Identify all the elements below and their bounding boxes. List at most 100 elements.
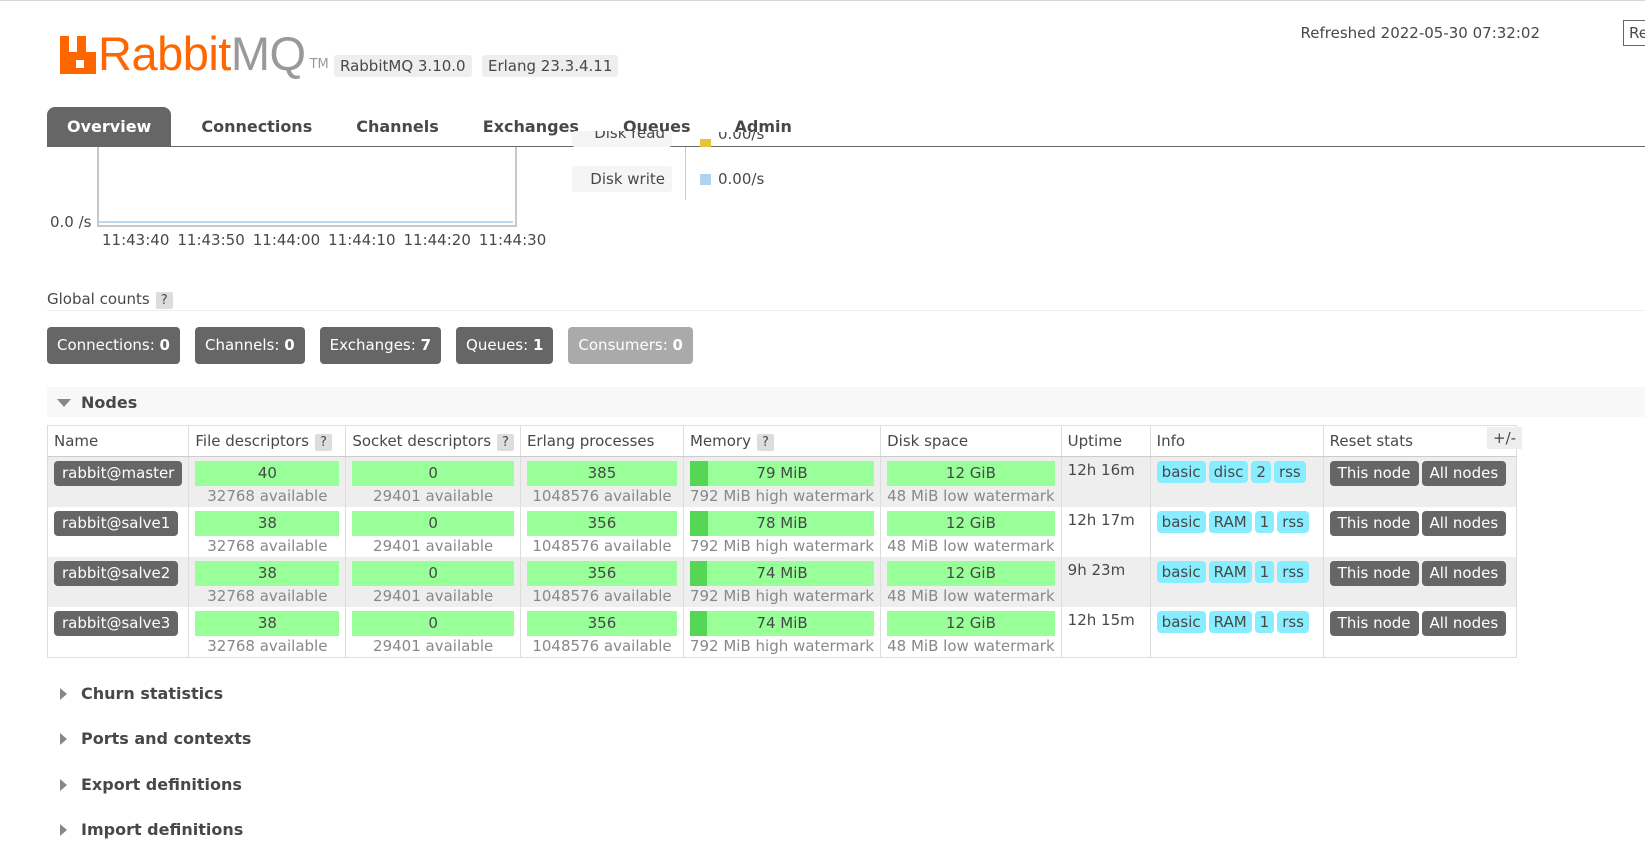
expand-triangle-icon	[60, 823, 67, 836]
tab-channels[interactable]: Channels	[334, 107, 461, 147]
top-border	[0, 0, 1645, 1]
reset-this-node-button[interactable]: This node	[1329, 511, 1419, 536]
erlang-processes-bar: 356	[526, 561, 677, 586]
reset-this-node-button[interactable]: This node	[1329, 561, 1419, 586]
memory-bar: 74 MiB	[689, 561, 875, 586]
ports-and-contexts-toggle[interactable]: Ports and contexts	[57, 729, 251, 748]
disk-space-cell: 12 GiB 48 MiB low watermark	[880, 607, 1062, 658]
exchanges-count-badge[interactable]: Exchanges: 7	[319, 327, 442, 364]
refresh-interval-select[interactable]: Re	[1623, 20, 1645, 46]
col-file-descriptors[interactable]: File descriptors?	[188, 425, 347, 457]
legend-disk-write-label[interactable]: Disk write	[572, 166, 672, 192]
table-row: rabbit@salve1 38 32768 available 0 29401 a…	[46, 507, 1517, 557]
info-badge[interactable]: RAM	[1208, 561, 1252, 583]
column-options-toggle[interactable]: +/-	[1487, 427, 1523, 449]
reset-all-nodes-button[interactable]: All nodes	[1421, 461, 1507, 486]
help-icon[interactable]: ?	[497, 433, 514, 451]
table-row: rabbit@salve3 38 32768 available 0 29401 a…	[46, 607, 1517, 658]
queues-count-badge[interactable]: Queues: 1	[456, 327, 554, 364]
col-memory[interactable]: Memory?	[682, 425, 882, 457]
file-descriptors-cell: 38 32768 available	[188, 607, 347, 658]
nodes-section-toggle[interactable]: Nodes	[57, 393, 137, 412]
refreshed-timestamp: Refreshed 2022-05-30 07:32:02	[1300, 24, 1540, 42]
disk-low-watermark: 48 MiB low watermark	[887, 487, 1055, 505]
memory-high-watermark: 792 MiB high watermark	[689, 537, 875, 555]
channels-count-badge[interactable]: Channels: 0	[194, 327, 305, 364]
file-descriptors-available: 32768 available	[207, 537, 328, 555]
col-disk-space[interactable]: Disk space	[880, 425, 1062, 457]
erlang-processes-cell: 385 1048576 available	[519, 456, 684, 507]
erlang-processes-cell: 356 1048576 available	[519, 507, 684, 557]
info-badge[interactable]: RAM	[1208, 611, 1252, 633]
reset-all-nodes-button[interactable]: All nodes	[1421, 511, 1507, 536]
info-badge[interactable]: basic	[1156, 511, 1206, 533]
socket-descriptors-bar: 0	[352, 461, 514, 486]
global-counts-badges: Connections: 0 Channels: 0 Exchanges: 7 …	[47, 327, 693, 364]
info-badge[interactable]: RAM	[1208, 511, 1252, 533]
info-badge[interactable]: 2	[1251, 461, 1271, 483]
info-badge[interactable]: disc	[1208, 461, 1249, 483]
export-definitions-toggle[interactable]: Export definitions	[57, 775, 242, 794]
col-info[interactable]: Info	[1149, 425, 1324, 457]
node-name-cell: rabbit@master	[46, 456, 190, 507]
rabbitmq-version-badge: RabbitMQ 3.10.0	[334, 55, 472, 77]
file-descriptors-bar: 38	[195, 611, 340, 636]
uptime-cell: 12h 15m	[1060, 607, 1151, 658]
reset-stats-cell: This node All nodes	[1322, 507, 1517, 557]
info-badge[interactable]: rss	[1273, 461, 1306, 483]
churn-statistics-toggle[interactable]: Churn statistics	[57, 684, 223, 703]
col-uptime[interactable]: Uptime	[1060, 425, 1151, 457]
logo-trademark: TM	[309, 57, 329, 72]
info-badge[interactable]: basic	[1156, 561, 1206, 583]
memory-cell: 79 MiB 792 MiB high watermark	[682, 456, 882, 507]
logo-text: RabbitMQ	[98, 27, 306, 80]
disk-io-chart	[97, 147, 517, 227]
info-badge[interactable]: rss	[1277, 511, 1309, 533]
file-descriptors-cell: 38 32768 available	[188, 507, 347, 557]
node-name-link[interactable]: rabbit@salve1	[54, 511, 179, 536]
node-name-cell: rabbit@salve3	[46, 607, 190, 658]
info-badge[interactable]: 1	[1254, 511, 1275, 533]
tab-overview[interactable]: Overview	[47, 107, 172, 147]
chart-y-tick: 0.0 /s	[50, 213, 92, 231]
help-icon[interactable]: ?	[155, 292, 173, 309]
uptime-cell: 12h 17m	[1060, 507, 1151, 557]
col-socket-descriptors[interactable]: Socket descriptors?	[345, 425, 521, 457]
node-name-link[interactable]: rabbit@master	[54, 461, 183, 486]
socket-descriptors-bar: 0	[352, 561, 514, 586]
reset-all-nodes-button[interactable]: All nodes	[1421, 611, 1507, 636]
info-badge[interactable]: 1	[1254, 611, 1275, 633]
memory-high-watermark: 792 MiB high watermark	[689, 637, 875, 655]
legend-disk-read-label[interactable]: Disk read	[572, 131, 672, 147]
erlang-processes-available: 1048576 available	[532, 487, 672, 505]
import-definitions-toggle[interactable]: Import definitions	[57, 820, 243, 839]
memory-bar: 79 MiB	[689, 461, 875, 486]
info-badge[interactable]: 1	[1254, 561, 1275, 583]
info-badge[interactable]: rss	[1277, 561, 1309, 583]
help-icon[interactable]: ?	[756, 433, 774, 451]
tab-connections[interactable]: Connections	[179, 107, 334, 147]
socket-descriptors-cell: 0 29401 available	[345, 607, 521, 658]
help-icon[interactable]: ?	[314, 433, 332, 451]
chart-series-line	[99, 221, 513, 223]
socket-descriptors-available: 29401 available	[373, 637, 494, 655]
file-descriptors-available: 32768 available	[207, 487, 328, 505]
file-descriptors-bar: 38	[195, 511, 340, 536]
socket-descriptors-cell: 0 29401 available	[345, 507, 521, 557]
disk-space-cell: 12 GiB 48 MiB low watermark	[880, 507, 1062, 557]
rabbitmq-logo[interactable]: RabbitMQ TM	[60, 27, 329, 80]
node-name-link[interactable]: rabbit@salve3	[54, 611, 179, 636]
info-badge[interactable]: rss	[1277, 611, 1309, 633]
erlang-processes-available: 1048576 available	[532, 637, 672, 655]
col-name[interactable]: Name	[46, 425, 190, 457]
info-badge[interactable]: basic	[1156, 611, 1206, 633]
reset-this-node-button[interactable]: This node	[1329, 461, 1419, 486]
reset-all-nodes-button[interactable]: All nodes	[1421, 561, 1507, 586]
col-erlang-processes[interactable]: Erlang processes	[519, 425, 684, 457]
memory-bar-fill	[689, 511, 709, 536]
info-badge[interactable]: basic	[1156, 461, 1206, 483]
node-name-link[interactable]: rabbit@salve2	[54, 561, 179, 586]
reset-this-node-button[interactable]: This node	[1329, 611, 1419, 636]
connections-count-badge[interactable]: Connections: 0	[47, 327, 180, 364]
collapse-triangle-icon	[57, 398, 71, 407]
